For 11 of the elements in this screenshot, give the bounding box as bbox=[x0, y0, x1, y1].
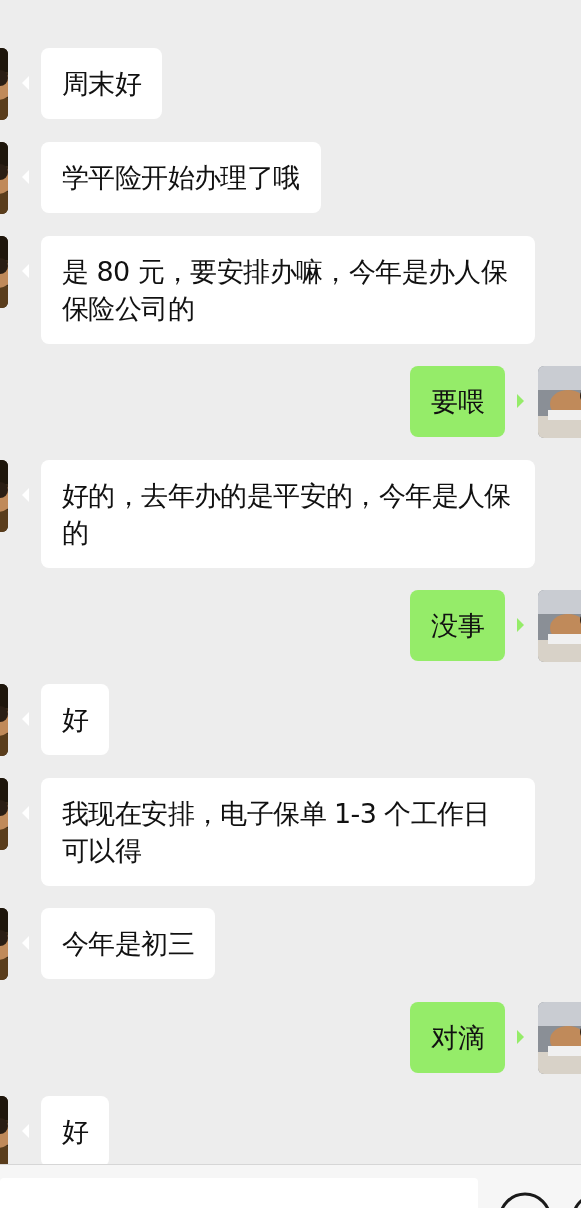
message-bubble: 对滴 bbox=[410, 1002, 505, 1073]
message-bubble: 好的，去年办的是平安的，今年是人保的 bbox=[41, 460, 535, 568]
message-bubble: 学平险开始办理了哦 bbox=[41, 142, 321, 213]
message-bubble: 今年是初三 bbox=[41, 908, 215, 979]
message-bubble: 好 bbox=[41, 1096, 110, 1164]
message-bubble: 周末好 bbox=[41, 48, 163, 119]
message-bubble: 没事 bbox=[410, 590, 505, 661]
message-bubble: 好 bbox=[41, 684, 110, 755]
message-bubble: 要喂 bbox=[410, 366, 505, 437]
message-bubble: 我现在安排，电子保单 1-3 个工作日可以得 bbox=[41, 778, 535, 886]
message-bubble: 是 80 元，要安排办嘛，今年是办人保保险公司的 bbox=[41, 236, 535, 344]
